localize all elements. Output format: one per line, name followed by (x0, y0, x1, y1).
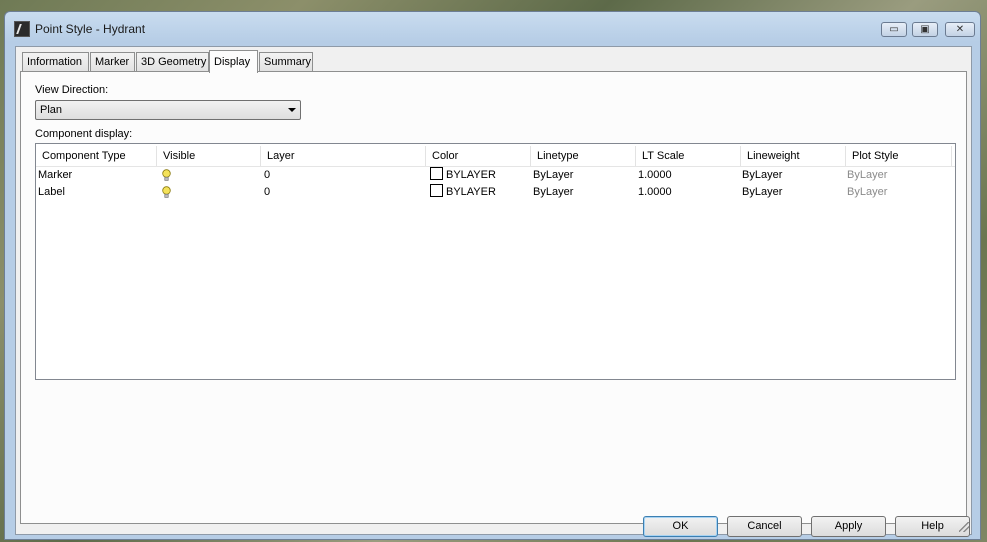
component-display-label: Component display: (35, 128, 133, 140)
resize-grip[interactable] (959, 522, 969, 532)
column-header-plot-style[interactable]: Plot Style (846, 146, 952, 166)
column-header-layer[interactable]: Layer (261, 146, 426, 166)
color-swatch (430, 184, 443, 197)
dialog-window: Point Style - Hydrant ▭ ▣ ✕ Information … (4, 11, 981, 540)
cell-component-type: Marker (38, 169, 73, 181)
column-header-lt-scale[interactable]: LT Scale (636, 146, 741, 166)
minimize-button[interactable]: ▭ (881, 22, 907, 37)
component-display-grid[interactable]: Component Type Visible Layer Color Linet… (35, 143, 956, 380)
view-direction-select[interactable]: Plan (35, 100, 301, 120)
cell-plot-style: ByLayer (847, 169, 888, 181)
column-header-linetype[interactable]: Linetype (531, 146, 636, 166)
column-header-visible[interactable]: Visible (157, 146, 261, 166)
table-row[interactable]: Marker 0 BYLAYER ByLayer 1.0000 ByLayer … (36, 167, 955, 184)
column-header-lineweight[interactable]: Lineweight (741, 146, 846, 166)
title-bar[interactable]: Point Style - Hydrant ▭ ▣ ✕ (5, 12, 980, 46)
window-title: Point Style - Hydrant (35, 22, 146, 36)
lightbulb-on-icon[interactable] (162, 169, 171, 182)
ok-button[interactable]: OK (643, 516, 718, 537)
color-value: BYLAYER (446, 169, 496, 181)
grid-header: Component Type Visible Layer Color Linet… (36, 146, 955, 167)
lightbulb-on-icon[interactable] (162, 186, 171, 199)
tab-information[interactable]: Information (22, 52, 89, 72)
color-value: BYLAYER (446, 186, 496, 198)
display-panel: View Direction: Plan Component display: … (20, 71, 967, 524)
tab-display[interactable]: Display (209, 50, 258, 73)
chevron-down-icon (288, 108, 296, 112)
column-header-color[interactable]: Color (426, 146, 531, 166)
cell-linetype[interactable]: ByLayer (533, 184, 573, 201)
maximize-button[interactable]: ▣ (912, 22, 938, 37)
cell-lt-scale[interactable]: 1.0000 (638, 184, 672, 201)
cell-linetype[interactable]: ByLayer (533, 167, 573, 184)
tab-summary[interactable]: Summary (259, 52, 313, 72)
app-icon (14, 21, 30, 37)
cell-component-type: Label (38, 186, 65, 198)
apply-button[interactable]: Apply (811, 516, 886, 537)
tab-3d-geometry[interactable]: 3D Geometry (136, 52, 209, 72)
cell-plot-style: ByLayer (847, 186, 888, 198)
color-swatch (430, 167, 443, 180)
cell-color[interactable]: BYLAYER (430, 184, 496, 201)
view-direction-value: Plan (40, 104, 63, 116)
cell-layer[interactable]: 0 (264, 167, 270, 184)
close-button[interactable]: ✕ (945, 22, 975, 37)
column-header-component-type[interactable]: Component Type (36, 146, 157, 166)
cell-lt-scale[interactable]: 1.0000 (638, 167, 672, 184)
cell-layer[interactable]: 0 (264, 184, 270, 201)
cancel-button[interactable]: Cancel (727, 516, 802, 537)
cell-lineweight[interactable]: ByLayer (742, 167, 782, 184)
cell-lineweight[interactable]: ByLayer (742, 184, 782, 201)
tab-marker[interactable]: Marker (90, 52, 135, 72)
table-row[interactable]: Label 0 BYLAYER ByLayer 1.0000 ByLayer B… (36, 184, 955, 201)
dialog-client: Information Marker 3D Geometry Display S… (15, 46, 972, 537)
view-direction-label: View Direction: (35, 84, 109, 96)
cell-color[interactable]: BYLAYER (430, 167, 496, 184)
